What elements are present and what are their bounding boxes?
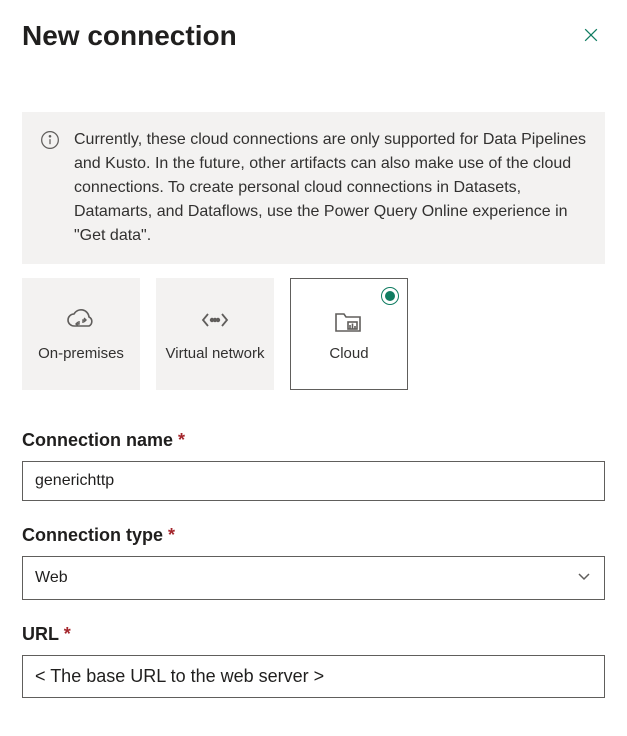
- label-text: Connection type: [22, 525, 163, 545]
- url-label: URL *: [22, 624, 605, 645]
- connection-name-input[interactable]: [22, 461, 605, 501]
- required-asterisk: *: [178, 430, 185, 450]
- field-connection-type: Connection type * Web: [22, 525, 605, 600]
- field-url: URL *: [22, 624, 605, 698]
- connection-type-label: Connection type *: [22, 525, 605, 546]
- select-value: Web: [35, 569, 68, 587]
- tile-label: Virtual network: [166, 345, 265, 364]
- field-connection-name: Connection name *: [22, 430, 605, 501]
- required-asterisk: *: [168, 525, 175, 545]
- label-text: URL: [22, 624, 59, 644]
- tile-cloud[interactable]: Cloud: [290, 278, 408, 390]
- tile-virtual-network[interactable]: Virtual network: [156, 278, 274, 390]
- tile-label: On-premises: [38, 345, 124, 364]
- url-input[interactable]: [22, 655, 605, 698]
- dialog-header: New connection: [22, 20, 605, 52]
- info-text: Currently, these cloud connections are o…: [74, 128, 587, 248]
- close-icon: [581, 25, 601, 45]
- close-button[interactable]: [577, 21, 605, 52]
- connection-name-label: Connection name *: [22, 430, 605, 451]
- dialog-title: New connection: [22, 20, 237, 52]
- tile-label: Cloud: [329, 345, 368, 364]
- connection-type-select[interactable]: Web: [22, 556, 605, 600]
- connection-mode-tiles: On-premises Virtual network Cloud: [22, 278, 605, 390]
- cloud-folder-icon: [333, 305, 365, 335]
- info-banner: Currently, these cloud connections are o…: [22, 112, 605, 264]
- tile-on-premises[interactable]: On-premises: [22, 278, 140, 390]
- radio-indicator: [381, 287, 399, 305]
- required-asterisk: *: [64, 624, 71, 644]
- chevron-down-icon: [576, 568, 592, 589]
- info-icon: [40, 128, 60, 248]
- label-text: Connection name: [22, 430, 173, 450]
- cloud-sync-icon: [64, 305, 98, 335]
- network-icon: [200, 305, 230, 335]
